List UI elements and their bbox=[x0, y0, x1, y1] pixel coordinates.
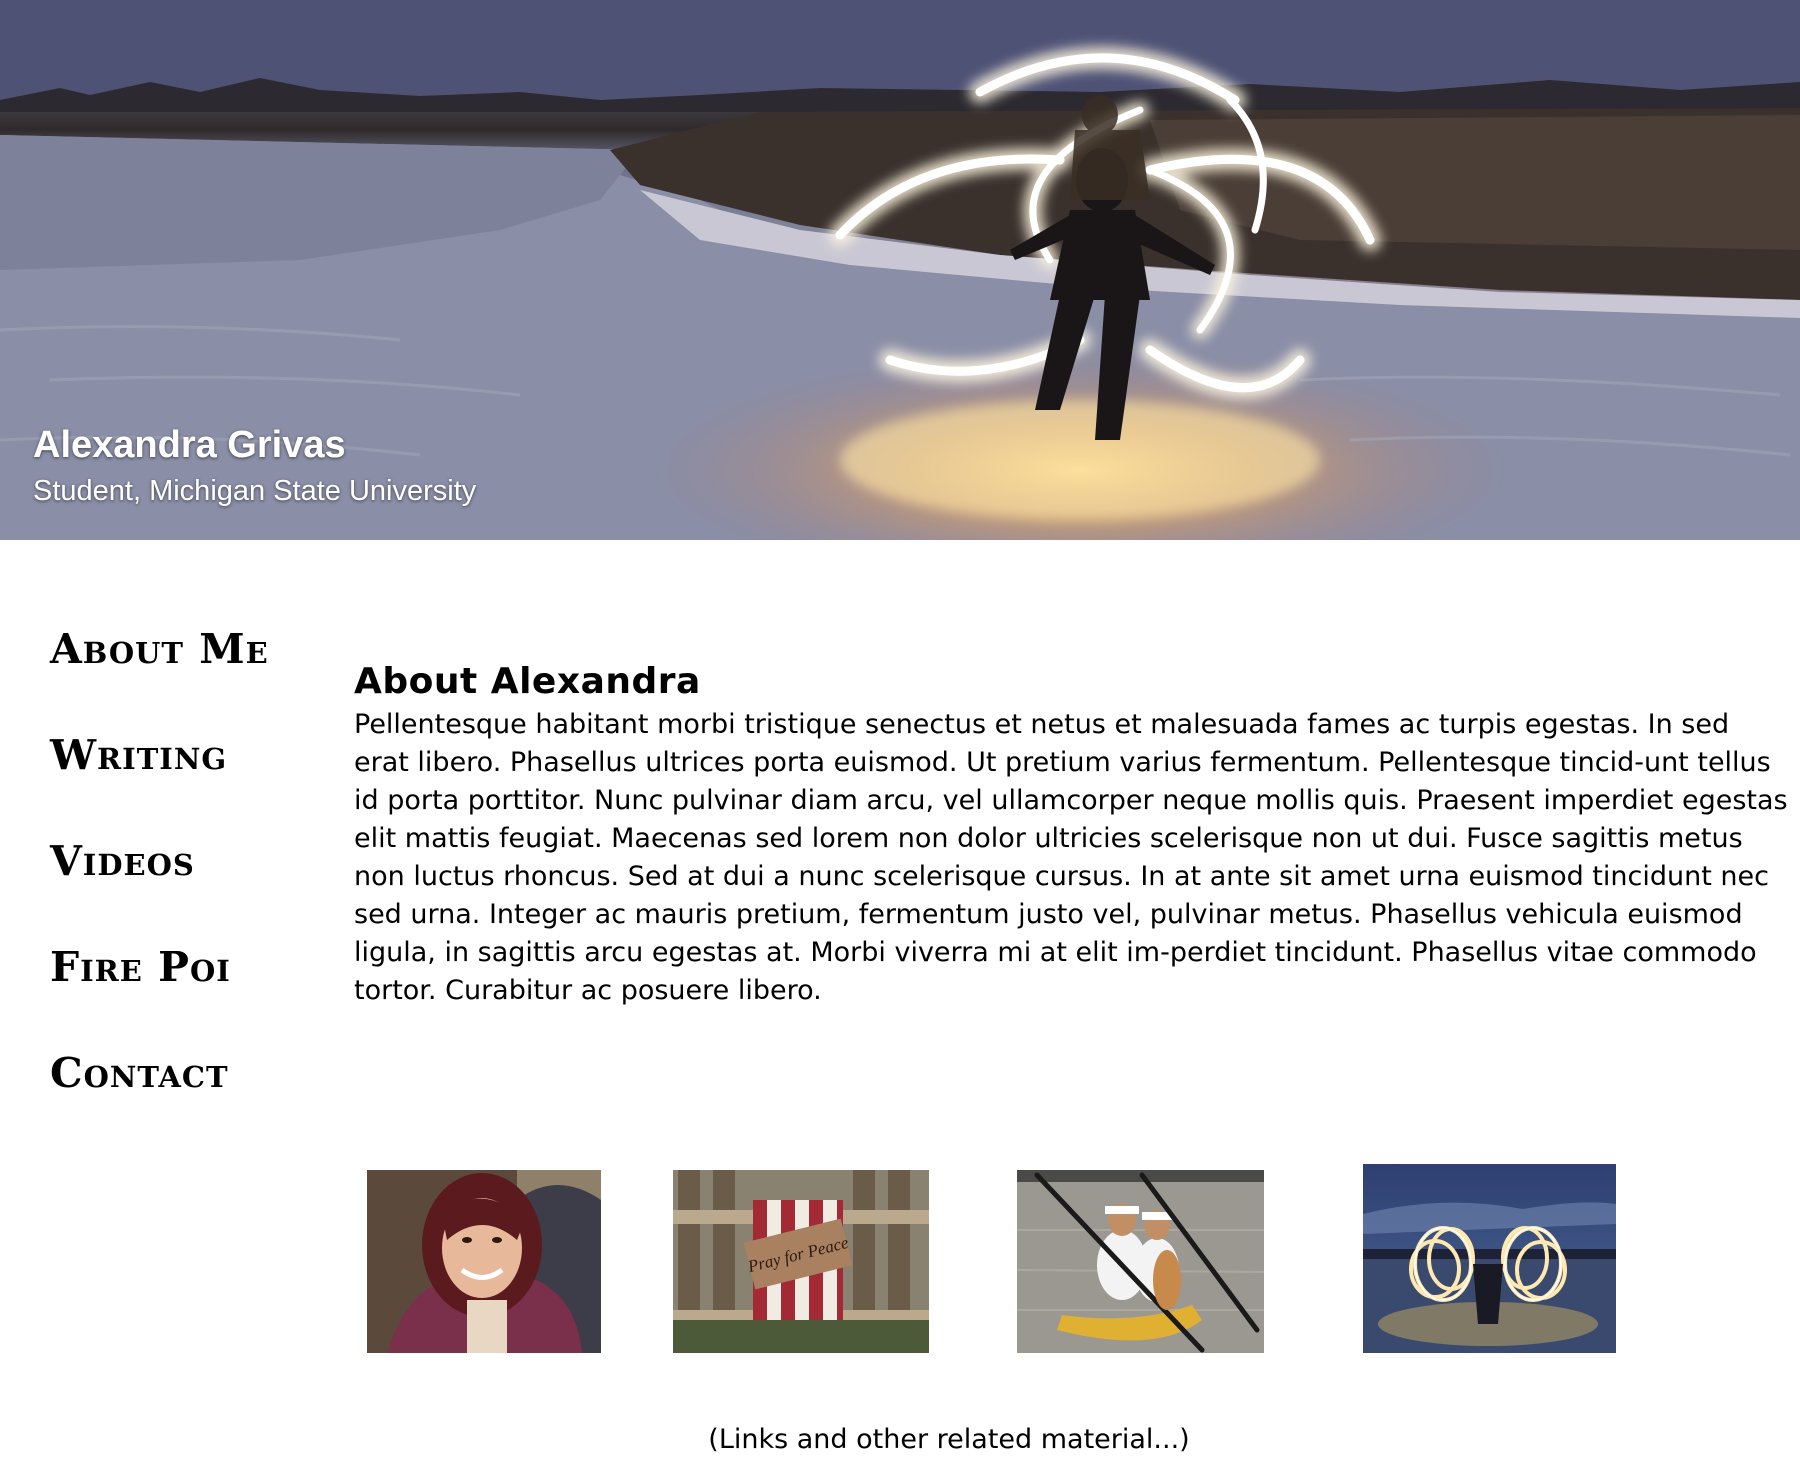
nav-item-fire-poi[interactable]: Fire Poi bbox=[50, 943, 320, 1049]
main-content: About Alexandra Pellentesque habitant mo… bbox=[354, 658, 1790, 1010]
nav-item-videos[interactable]: Videos bbox=[50, 837, 320, 943]
portrait-photo-icon bbox=[367, 1170, 601, 1353]
pray-for-peace-sign-photo-icon: Pray for Peace bbox=[673, 1170, 929, 1353]
hero-name: Alexandra Grivas bbox=[33, 424, 346, 466]
thumbnail-fire-poi[interactable] bbox=[1363, 1164, 1616, 1353]
nav-item-about-me[interactable]: About Me bbox=[50, 625, 320, 731]
thumbnail-portrait[interactable] bbox=[367, 1170, 601, 1353]
about-body: Pellentesque habitant morbi tristique se… bbox=[354, 709, 1788, 1006]
fire-poi-photo-icon bbox=[1363, 1164, 1616, 1353]
sidebar-nav: About Me Writing Videos Fire Poi Contact bbox=[50, 625, 320, 1155]
hero-banner: Alexandra Grivas Student, Michigan State… bbox=[0, 0, 1800, 540]
thumbnail-pray-for-peace[interactable]: Pray for Peace bbox=[673, 1170, 929, 1353]
about-title: About Alexandra bbox=[354, 661, 701, 702]
nav-item-contact[interactable]: Contact bbox=[50, 1049, 320, 1155]
hero-subtitle: Student, Michigan State University bbox=[33, 475, 477, 507]
nav-item-writing[interactable]: Writing bbox=[50, 731, 320, 837]
thumbnail-kayaking[interactable] bbox=[1017, 1170, 1264, 1353]
kayaking-photo-icon bbox=[1017, 1170, 1264, 1353]
footer-note: (Links and other related material...) bbox=[708, 1424, 1190, 1455]
